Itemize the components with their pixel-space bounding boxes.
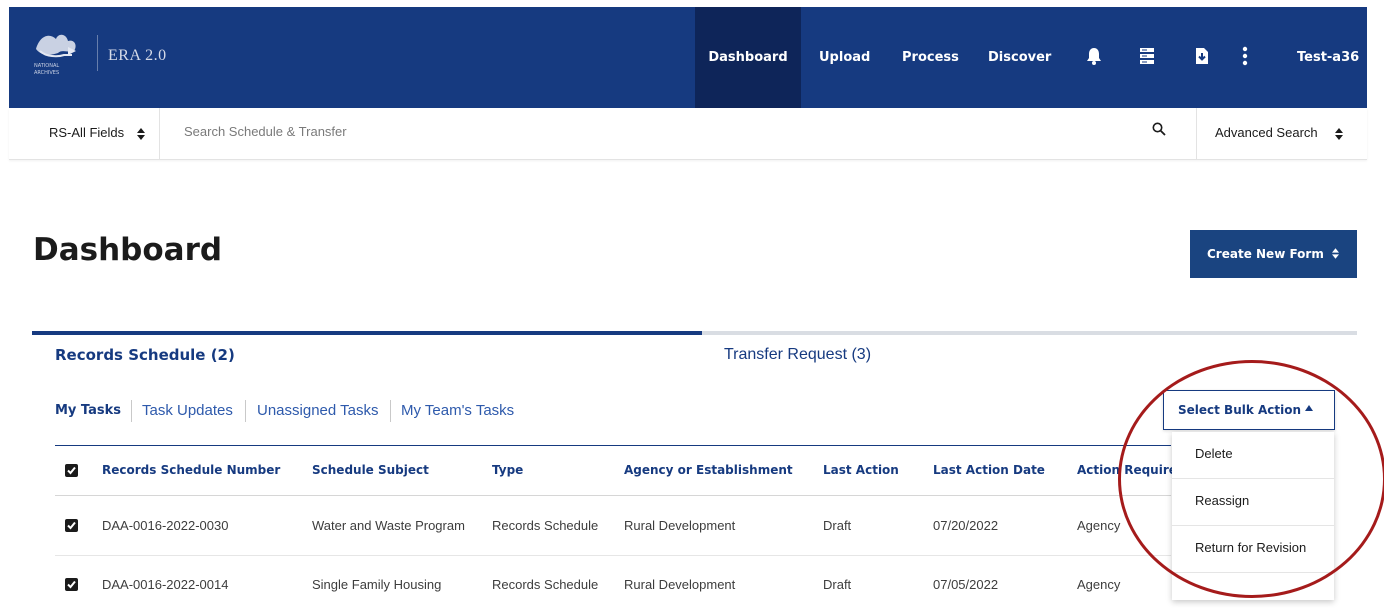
download-file-icon[interactable] xyxy=(1191,45,1213,67)
search-input[interactable] xyxy=(184,124,1084,139)
cell-action-required: Agency xyxy=(1077,518,1121,533)
cell-agency: Rural Development xyxy=(624,518,736,533)
subtab-unassigned-tasks[interactable]: Unassigned Tasks xyxy=(257,402,378,419)
search-bar: RS-All Fields Advanced Search xyxy=(9,108,1367,160)
tab-transfer-request[interactable]: Transfer Request (3) xyxy=(724,346,871,364)
nav-discover[interactable]: Discover xyxy=(988,7,1051,108)
national-archives-logo[interactable]: NATIONAL ARCHIVES xyxy=(28,27,90,79)
cell-agency: Rural Development xyxy=(624,577,736,592)
more-vertical-icon[interactable] xyxy=(1234,45,1256,67)
create-new-form-label: Create New Form xyxy=(1207,247,1324,261)
subtab-my-teams-tasks[interactable]: My Team's Tasks xyxy=(401,402,514,419)
cell-action-required: Agency xyxy=(1077,577,1121,592)
menu-item-delete[interactable]: Delete xyxy=(1172,432,1334,479)
menu-item-reassign[interactable]: Reassign xyxy=(1172,479,1334,526)
logo-text-archives: ARCHIVES xyxy=(34,70,59,76)
advanced-search-select[interactable]: Advanced Search xyxy=(1196,108,1356,159)
column-header-type[interactable]: Type xyxy=(492,463,523,477)
cell-schedule-subject: Single Family Housing xyxy=(312,577,442,592)
advanced-search-label: Advanced Search xyxy=(1215,125,1318,140)
row-separator xyxy=(55,555,1171,556)
row-checkbox[interactable] xyxy=(65,519,78,532)
cell-schedule-subject: Water and Waste Program xyxy=(312,518,465,533)
subtab-divider xyxy=(131,400,132,422)
cell-last-action: Draft xyxy=(823,577,852,592)
subtab-divider xyxy=(245,400,246,422)
subtab-divider xyxy=(390,400,391,422)
nav-process[interactable]: Process xyxy=(902,7,959,108)
page-title: Dashboard xyxy=(33,232,223,268)
cell-last-action-date: 07/20/2022 xyxy=(933,518,999,533)
column-header-last-action[interactable]: Last Action xyxy=(823,463,899,477)
bulk-action-label: Select Bulk Action xyxy=(1178,403,1302,417)
sort-caret-icon xyxy=(1332,248,1339,259)
search-scope-label: RS-All Fields xyxy=(49,125,125,140)
subtab-my-tasks[interactable]: My Tasks xyxy=(55,403,121,418)
select-all-checkbox[interactable] xyxy=(65,464,78,477)
user-menu[interactable]: Test-a36 xyxy=(1297,7,1359,108)
sort-caret-icon xyxy=(1335,128,1343,140)
column-header-schedule-subject[interactable]: Schedule Subject xyxy=(312,463,429,477)
search-scope-select[interactable]: RS-All Fields xyxy=(9,108,160,159)
nav-dashboard[interactable]: Dashboard xyxy=(695,7,801,108)
menu-item-return-for-revision[interactable]: Return for Revision xyxy=(1172,526,1334,573)
nav-upload[interactable]: Upload xyxy=(819,7,870,108)
cell-type: Records Schedule xyxy=(492,518,599,533)
top-navbar: NATIONAL ARCHIVES ERA 2.0 Dashboard Uplo… xyxy=(9,7,1367,108)
header-separator xyxy=(55,495,1171,496)
sort-caret-icon xyxy=(137,128,145,140)
caret-up-icon xyxy=(1305,405,1313,411)
column-header-agency[interactable]: Agency or Establishment xyxy=(624,463,793,477)
cell-last-action: Draft xyxy=(823,518,852,533)
column-header-schedule-number[interactable]: Records Schedule Number xyxy=(102,463,280,477)
subtab-task-updates[interactable]: Task Updates xyxy=(142,402,233,419)
create-new-form-button[interactable]: Create New Form xyxy=(1190,230,1357,278)
row-checkbox[interactable] xyxy=(65,578,78,591)
app-title: ERA 2.0 xyxy=(108,47,167,64)
bell-icon[interactable] xyxy=(1083,45,1105,67)
cell-last-action-date: 07/05/2022 xyxy=(933,577,999,592)
active-tab-indicator xyxy=(32,331,702,335)
logo-divider xyxy=(97,35,98,71)
search-icon[interactable] xyxy=(1152,122,1172,142)
tab-records-schedule[interactable]: Records Schedule (2) xyxy=(55,346,235,364)
column-header-action-required[interactable]: Action Required xyxy=(1077,463,1186,477)
logo-text-national: NATIONAL xyxy=(34,63,59,69)
table-top-border xyxy=(55,445,1171,446)
cell-schedule-number[interactable]: DAA-0016-2022-0030 xyxy=(102,518,228,533)
column-header-last-action-date[interactable]: Last Action Date xyxy=(933,463,1045,477)
main-tabs-track xyxy=(32,331,1357,335)
bulk-action-menu: Delete Reassign Return for Revision xyxy=(1172,432,1334,600)
cell-type: Records Schedule xyxy=(492,577,599,592)
cell-schedule-number[interactable]: DAA-0016-2022-0014 xyxy=(102,577,228,592)
server-icon[interactable] xyxy=(1136,45,1158,67)
